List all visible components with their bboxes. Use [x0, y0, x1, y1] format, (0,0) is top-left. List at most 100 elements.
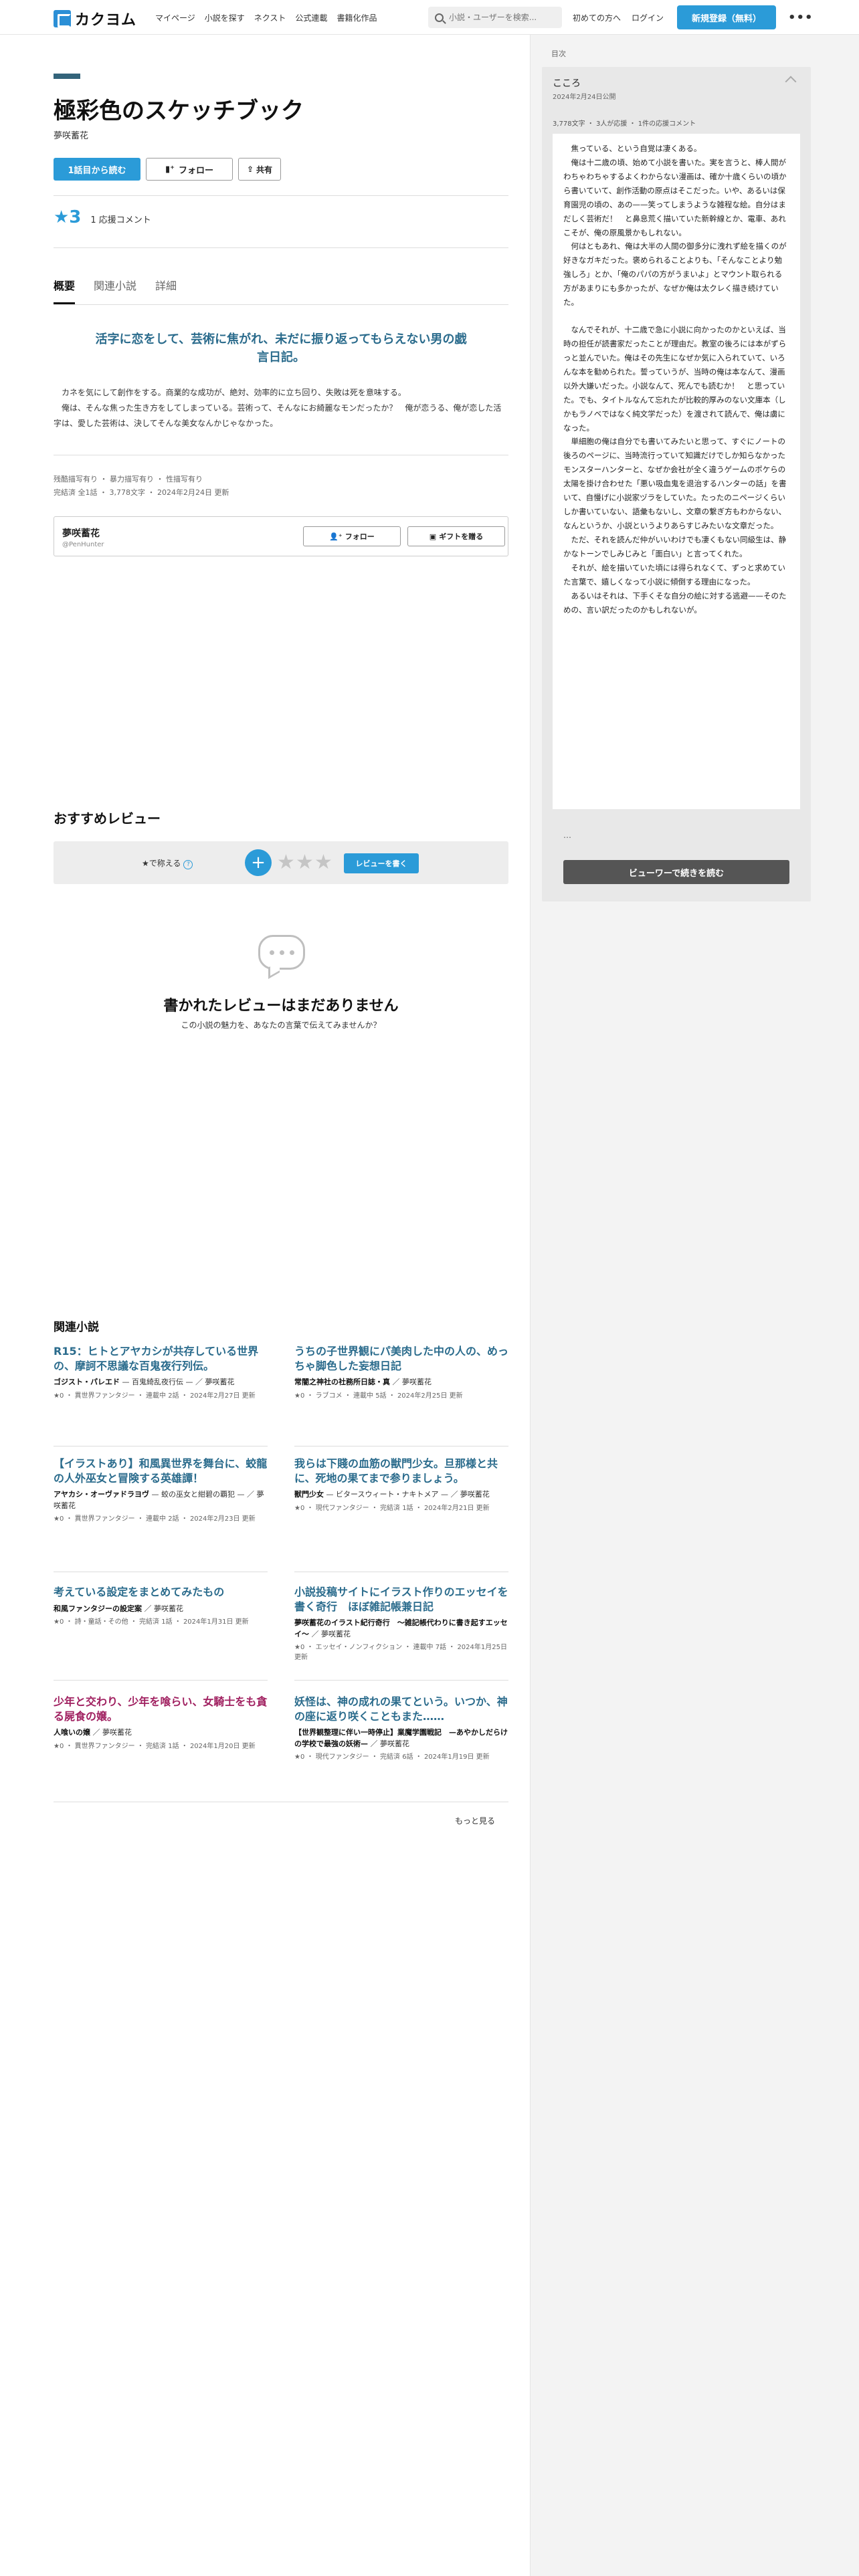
more-related-link[interactable]: もっと見る	[455, 1815, 495, 1826]
related-meta: ★0 ・ 詩・童話・その他 ・ 完結済 1話 ・ 2024年1月31日 更新	[54, 1618, 249, 1626]
related-item[interactable]: R15：ヒトとアヤカシが共存している世界の、摩訶不思議な百鬼夜行列伝。 ゴジスト…	[54, 1344, 268, 1401]
more-menu-icon[interactable]: •••	[788, 11, 814, 25]
related-meta: ★0 ・ 異世界ファンタジー ・ 連載中 2話 ・ 2024年2月27日 更新	[54, 1392, 256, 1400]
related-subtitle: 人喰いの嬢 ／ 夢咲蓄花	[54, 1727, 268, 1739]
no-review-title: 書かれたレビューはまだありません	[163, 998, 399, 1014]
nav-search-novels[interactable]: 小説を探す	[205, 12, 245, 23]
related-meta: ★0 ・ 異世界ファンタジー ・ 完結済 1話 ・ 2024年1月20日 更新	[54, 1742, 256, 1750]
read-in-viewer-button[interactable]: ビューワーで続きを読む	[563, 860, 789, 884]
work-title: 極彩色のスケッチブック	[54, 98, 304, 124]
star-3-icon[interactable]: ★	[314, 851, 332, 874]
follow-author-button[interactable]: 👤⁺ フォロー	[303, 526, 401, 546]
related-subtitle: アヤカシ・オーヴァドラヨヴ — 蛟の巫女と紺碧の覇犯 — ／ 夢咲蓄花	[54, 1489, 268, 1511]
gift-button[interactable]: ▣ ギフトを贈る	[407, 526, 505, 546]
follow-work-button[interactable]: ▮⁺ フォロー	[146, 158, 233, 181]
share-icon: ⇪	[246, 165, 254, 174]
bubble-dot	[280, 950, 284, 955]
share-label: 共有	[256, 165, 273, 175]
related-author: ／ 夢咲蓄花	[370, 1739, 410, 1748]
bubble-dot	[290, 950, 294, 955]
related-meta: ★0 ・ 現代ファンタジー ・ 完結済 6話 ・ 2024年1月19日 更新	[294, 1753, 490, 1761]
star-1-icon[interactable]: ★	[277, 851, 295, 874]
speech-bubble-icon	[258, 935, 305, 970]
nav-official[interactable]: 公式連載	[295, 12, 327, 23]
episode-stats: 3,778文字 ・ 3人が応援 ・ 1件の応援コメント	[553, 120, 696, 128]
related-author: ／ 夢咲蓄花	[92, 1728, 132, 1737]
related-title[interactable]: R15：ヒトとアヤカシが共存している世界の、摩訶不思議な百鬼夜行列伝。	[54, 1344, 268, 1373]
follow-author-label: フォロー	[345, 532, 375, 541]
title-accent-bar	[54, 74, 80, 79]
kakuyomu-logo-icon	[54, 10, 71, 27]
divider	[54, 247, 508, 248]
related-name: 人喰いの嬢	[54, 1728, 90, 1737]
related-subtitle: ゴジスト・パレエド — 百鬼綺乱夜行伝 — ／ 夢咲蓄花	[54, 1377, 268, 1388]
related-subtitle: 【世界観整理に伴い一時停止】業魔学園戦記 —あやかしだらけの学校で最強の妖術— …	[294, 1727, 508, 1749]
review-rating-box: ★で称える? + ★ ★ ★ レビューを書く	[54, 841, 508, 884]
read-first-episode-button[interactable]: 1話目から読む	[54, 158, 140, 181]
search-icon[interactable]	[435, 13, 444, 22]
author-card-id: @PenHunter	[62, 541, 104, 548]
related-meta: ★0 ・ 異世界ファンタジー ・ 連載中 2話 ・ 2024年2月23日 更新	[54, 1515, 256, 1523]
related-item[interactable]: 【イラストあり】和風異世界を舞台に、蛟龍の人外巫女と冒険する英雄譚！ アヤカシ・…	[54, 1457, 268, 1524]
preview-paragraph: 焦っている、という自覚は凄くある。	[571, 144, 702, 153]
related-item[interactable]: 少年と交わり、少年を喰らい、女騎士をも貪る屍食の嬢。 人喰いの嬢 ／ 夢咲蓄花 …	[54, 1695, 268, 1751]
preview-paragraph: 俺は十二歳の頃、始めて小説を書いた。実を言うと、棒人間がわちゃわちゃするよくわか…	[563, 157, 787, 237]
praise-label-text: ★で称える	[142, 859, 181, 868]
divider	[54, 195, 508, 196]
related-meta: ★0 ・ ラブコメ ・ 連載中 5話 ・ 2024年2月25日 更新	[294, 1392, 463, 1400]
related-title[interactable]: 妖怪は、神の成れの果てという。いつか、神の座に返り咲くこともまた……	[294, 1695, 508, 1723]
star-2-icon[interactable]: ★	[296, 851, 314, 874]
add-star-button[interactable]: +	[245, 849, 272, 876]
tab-overview[interactable]: 概要	[54, 277, 76, 304]
help-icon[interactable]: ?	[183, 860, 193, 869]
related-author: ／ 夢咲蓄花	[144, 1604, 184, 1613]
signup-button[interactable]: 新規登録（無料）	[677, 5, 776, 29]
share-button[interactable]: ⇪ 共有	[238, 158, 281, 181]
related-item[interactable]: 小説投稿サイトにイラスト作りのエッセイを書く奇行 ほぼ雑記帳兼日記 夢咲蓄花のイ…	[294, 1585, 508, 1662]
reviews-section-title: おすすめレビュー	[54, 811, 161, 827]
related-subtitle: 獣門少女 — ビタースウィート・ナキトメア — ／ 夢咲蓄花	[294, 1489, 508, 1501]
main-nav: マイページ 小説を探す ネクスト 公式連載 書籍化作品	[155, 12, 377, 23]
tab-details[interactable]: 詳細	[155, 277, 177, 304]
related-title[interactable]: 【イラストあり】和風異世界を舞台に、蛟龍の人外巫女と冒険する英雄譚！	[54, 1457, 268, 1485]
login-link[interactable]: ログイン	[632, 12, 664, 23]
related-title[interactable]: 考えている設定をまとめてみたもの	[54, 1585, 268, 1600]
no-review-subtitle: この小説の魅力を、あなたの言葉で伝えてみませんか？	[181, 1021, 381, 1030]
user-plus-icon: 👤⁺	[329, 532, 343, 541]
introduction: カネを気にして創作をする。商業的な成功が、絶対、効率的に立ち回り、失敗は死を意味…	[54, 385, 508, 431]
related-title[interactable]: 小説投稿サイトにイラスト作りのエッセイを書く奇行 ほぼ雑記帳兼日記	[294, 1585, 508, 1614]
related-item[interactable]: 妖怪は、神の成れの果てという。いつか、神の座に返り咲くこともまた…… 【世界観整…	[294, 1695, 508, 1762]
work-tabs: 概要 関連小説 詳細	[54, 277, 508, 305]
nav-mypage[interactable]: マイページ	[155, 12, 195, 23]
beginners-link[interactable]: 初めての方へ	[573, 12, 621, 23]
related-name: 常闇之神社の社務所日誌・真	[294, 1378, 390, 1387]
preview-paragraph: 単細胞の俺は自分でも書いてみたいと思って、すぐにノートの後ろのページに、当時流行…	[563, 437, 787, 530]
intro-paragraph: カネを気にして創作をする。商業的な成功が、絶対、効率的に立ち回り、失敗は死を意味…	[62, 388, 406, 397]
content-warning-tags: 残酷描写有り ・ 暴力描写有り ・ 性描写有り	[54, 475, 203, 484]
episode-title[interactable]: こころ	[553, 76, 581, 90]
toc-label: 目次	[551, 49, 566, 58]
related-title[interactable]: うちの子世界観にパ美肉した中の人の、めっちゃ脚色した妄想日記	[294, 1344, 508, 1373]
related-item[interactable]: 我らは下賤の血筋の獣門少女。旦那様と共に、死地の果てまで参りましょう。 獣門少女…	[294, 1457, 508, 1513]
related-title[interactable]: 少年と交わり、少年を喰らい、女騎士をも貪る屍食の嬢。	[54, 1695, 268, 1723]
work-author[interactable]: 夢咲蓄花	[54, 128, 88, 141]
nav-books[interactable]: 書籍化作品	[337, 12, 377, 23]
tab-related[interactable]: 関連小説	[94, 277, 136, 304]
preview-paragraph: それが、絵を描いていた頃には得られなくて、ずっと求めていた言葉で、嬉しくなって小…	[563, 562, 786, 586]
search-box	[428, 7, 562, 28]
intro-paragraph: 俺は、そんな焦った生き方をしてしまっている。芸術って、そんなにお綺麗なモンだった…	[54, 403, 502, 428]
search-input[interactable]	[449, 13, 556, 22]
related-meta: ★0 ・ 現代ファンタジー ・ 完結済 1話 ・ 2024年2月21日 更新	[294, 1504, 490, 1512]
related-item[interactable]: 考えている設定をまとめてみたもの 和風ファンタジーの設定案 ／ 夢咲蓄花 ★0 …	[54, 1585, 268, 1627]
nav-next[interactable]: ネクスト	[254, 12, 286, 23]
preview-paragraph: なんでそれが、十二歳で急に小説に向かったのかといえば、当時の担任が読書家だったこ…	[563, 325, 787, 433]
preview-paragraph: あるいはそれは、下手くそな自分の絵に対する逃避——そのための、言い訳だったのかも…	[563, 591, 787, 615]
related-item[interactable]: うちの子世界観にパ美肉した中の人の、めっちゃ脚色した妄想日記 常闇之神社の社務所…	[294, 1344, 508, 1401]
related-title[interactable]: 我らは下賤の血筋の獣門少女。旦那様と共に、死地の果てまで参りましょう。	[294, 1457, 508, 1485]
site-logo[interactable]: カクヨム	[54, 8, 136, 29]
support-comments-link[interactable]: 1 応援コメント	[90, 213, 151, 225]
write-review-button[interactable]: レビューを書く	[344, 853, 419, 873]
author-card-name[interactable]: 夢咲蓄花	[62, 526, 100, 540]
related-subtitle: 夢咲蓄花のイラスト紀行奇行 〜雑記帳代わりに書き起すエッセイ〜 ／ 夢咲蓄花	[294, 1618, 508, 1640]
logo-text: カクヨム	[75, 12, 137, 29]
